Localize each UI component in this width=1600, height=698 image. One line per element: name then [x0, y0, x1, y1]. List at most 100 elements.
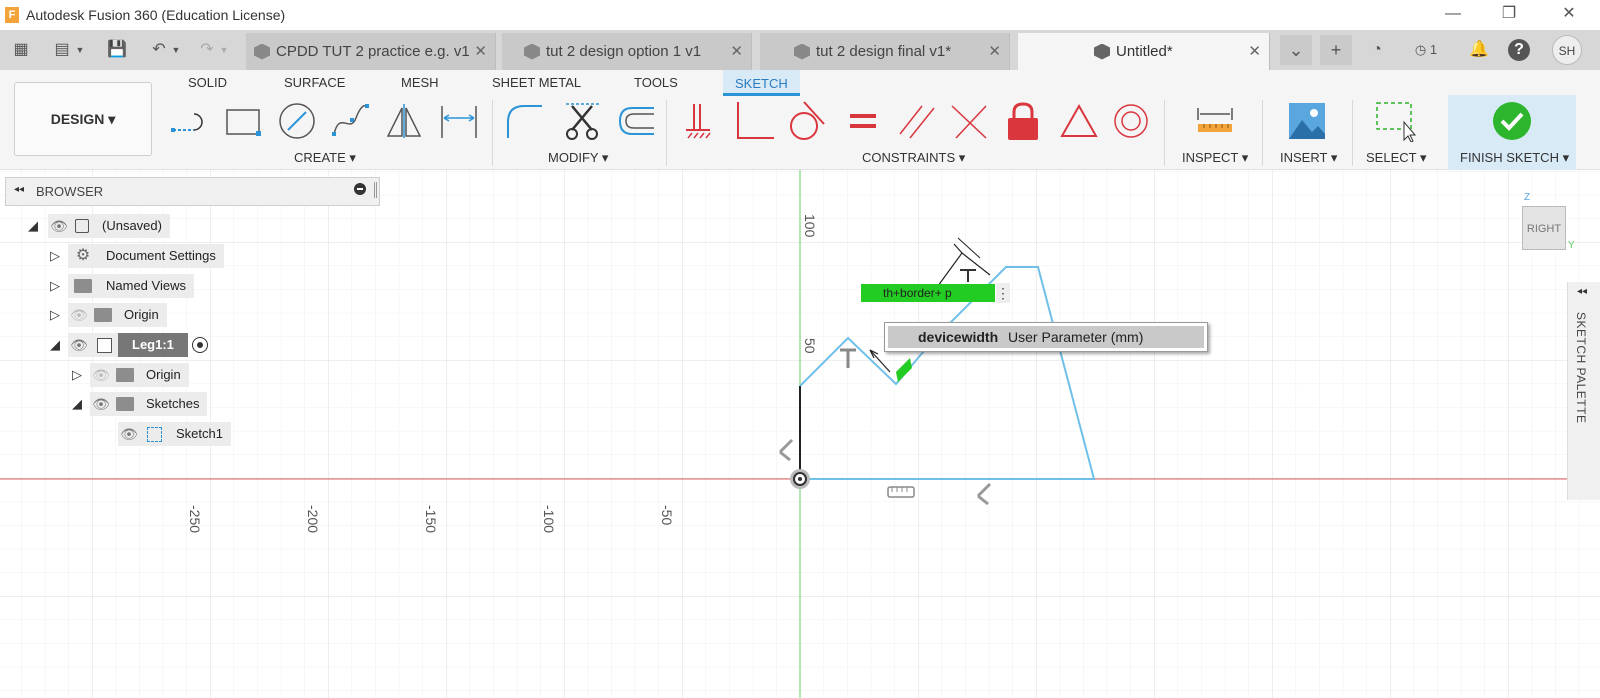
hidden-eye-icon[interactable]: 👁: [68, 303, 90, 327]
dimension-value-input[interactable]: th+border+ p: [861, 284, 995, 302]
restore-button[interactable]: ❐: [1486, 0, 1532, 30]
dimension-options-icon[interactable]: ⋮: [996, 283, 1010, 303]
expand-triangle-icon[interactable]: ▷: [70, 367, 84, 383]
undo-dropdown-icon[interactable]: ▼: [170, 39, 182, 61]
doc-tab-active[interactable]: Untitled* ✕: [1018, 33, 1270, 70]
insert-menu[interactable]: INSERT ▾: [1280, 150, 1337, 166]
notifications-icon[interactable]: 🔔: [1468, 39, 1490, 61]
view-cube[interactable]: RIGHT: [1522, 206, 1566, 250]
trim-tool-icon[interactable]: [562, 100, 604, 142]
close-tab-icon[interactable]: ✕: [1248, 42, 1261, 60]
window-select-icon[interactable]: [1374, 100, 1416, 142]
collapse-browser-icon[interactable]: ◂◂: [14, 184, 24, 195]
expand-palette-icon[interactable]: ◂◂: [1577, 286, 1587, 297]
constraints-menu[interactable]: CONSTRAINTS ▾: [862, 150, 965, 166]
tab-overflow-button[interactable]: ⌄: [1280, 35, 1312, 65]
tree-item-root[interactable]: ◢ 👁 (Unsaved): [26, 214, 170, 238]
redo-icon[interactable]: ↷: [196, 39, 218, 61]
hidden-eye-icon[interactable]: 👁: [90, 363, 112, 387]
expand-triangle-icon[interactable]: ▷: [48, 248, 62, 264]
lock-icon[interactable]: [1002, 100, 1044, 142]
redo-dropdown-icon[interactable]: ▼: [218, 39, 230, 61]
finish-sketch-menu[interactable]: FINISH SKETCH ▾: [1460, 150, 1569, 166]
visibility-eye-icon[interactable]: 👁: [118, 422, 140, 446]
browser-panel-header[interactable]: ◂◂ BROWSER: [5, 177, 380, 206]
x-axis-label: -50: [659, 505, 675, 525]
mirror-tool-icon[interactable]: [384, 100, 426, 142]
browser-pin-icon[interactable]: [374, 182, 377, 198]
spline-tool-icon[interactable]: [330, 100, 372, 142]
sketch-dimension-icon[interactable]: [438, 100, 480, 142]
tree-item-sketch1[interactable]: 👁 Sketch1: [118, 422, 231, 446]
tree-item-named-views[interactable]: ▷ Named Views: [48, 274, 194, 298]
finish-sketch-check-icon[interactable]: [1491, 100, 1533, 142]
tree-item-origin[interactable]: ▷ 👁 Origin: [48, 303, 167, 327]
insert-image-icon[interactable]: [1286, 100, 1328, 142]
doc-tab[interactable]: CPDD TUT 2 practice e.g. v1 ✕: [246, 33, 496, 70]
collapse-triangle-icon[interactable]: ◢: [70, 396, 84, 412]
suggestion-item[interactable]: devicewidth User Parameter (mm): [888, 326, 1204, 348]
equal-constraint-icon[interactable]: [842, 100, 884, 142]
parallel-constraint-icon[interactable]: [896, 100, 938, 142]
fusion-logo-icon: F: [5, 7, 19, 23]
design-workspace-button[interactable]: DESIGN ▾: [14, 82, 152, 156]
separator: [1262, 100, 1263, 166]
doc-tab[interactable]: tut 2 design final v1* ✕: [760, 33, 1010, 70]
new-tab-button[interactable]: +: [1320, 35, 1352, 65]
fix-constraint-icon[interactable]: [680, 100, 722, 142]
tab-tools[interactable]: TOOLS: [634, 75, 678, 90]
sketch-palette-tab[interactable]: ◂◂ SKETCH PALETTE: [1567, 282, 1600, 500]
help-icon[interactable]: ?: [1508, 39, 1530, 61]
close-window-button[interactable]: ✕: [1546, 0, 1592, 30]
tab-sketch[interactable]: SKETCH: [723, 70, 800, 96]
parameter-suggestion-dropdown: devicewidth User Parameter (mm): [884, 322, 1208, 352]
file-menu-icon[interactable]: ▤: [52, 39, 72, 61]
gear-icon: ⚙: [68, 244, 98, 268]
tree-item-document-settings[interactable]: ▷ ⚙ Document Settings: [48, 244, 224, 268]
modify-menu[interactable]: MODIFY ▾: [548, 150, 608, 166]
visibility-eye-icon[interactable]: 👁: [68, 333, 90, 357]
tab-solid[interactable]: SOLID: [188, 75, 227, 90]
minimize-button[interactable]: —: [1430, 0, 1476, 30]
inspect-menu[interactable]: INSPECT ▾: [1182, 150, 1248, 166]
offset-tool-icon[interactable]: [614, 100, 656, 142]
create-menu[interactable]: CREATE ▾: [294, 150, 356, 166]
file-dropdown-icon[interactable]: ▼: [74, 39, 86, 61]
close-tab-icon[interactable]: ✕: [730, 42, 743, 60]
concentric-constraint-icon[interactable]: [1110, 100, 1152, 142]
user-avatar[interactable]: SH: [1552, 35, 1582, 65]
extensions-icon[interactable]: ◔: [1366, 39, 1388, 61]
doc-tab[interactable]: tut 2 design option 1 v1 ✕: [502, 33, 752, 70]
rectangle-tool-icon[interactable]: [223, 100, 265, 142]
app-grid-icon[interactable]: ▦: [10, 39, 32, 61]
save-icon[interactable]: 💾: [106, 39, 128, 61]
visibility-eye-icon[interactable]: 👁: [48, 214, 70, 238]
visibility-eye-icon[interactable]: 👁: [90, 392, 112, 416]
collapse-triangle-icon[interactable]: ◢: [26, 218, 40, 234]
activate-radio-icon[interactable]: [191, 337, 208, 353]
triangle-constraint-icon[interactable]: [1058, 100, 1100, 142]
measure-tool-icon[interactable]: [1194, 100, 1236, 142]
collapse-triangle-icon[interactable]: ◢: [48, 337, 62, 353]
job-status-button[interactable]: ◷ 1: [1406, 39, 1446, 61]
tab-sheet-metal[interactable]: SHEET METAL: [492, 75, 581, 90]
tree-item-leg[interactable]: ◢ 👁 Leg1:1: [48, 333, 208, 357]
separator: [492, 100, 493, 166]
select-menu[interactable]: SELECT ▾: [1366, 150, 1426, 166]
tab-mesh[interactable]: MESH: [401, 75, 439, 90]
undo-icon[interactable]: ↶: [148, 39, 170, 61]
tangent-constraint-icon[interactable]: [786, 100, 828, 142]
perpendicular-constraint-icon[interactable]: [734, 100, 776, 142]
tree-item-sketches[interactable]: ◢ 👁 Sketches: [70, 392, 208, 416]
tree-item-origin[interactable]: ▷ 👁 Origin: [70, 363, 189, 387]
line-tool-icon[interactable]: [170, 100, 212, 142]
close-tab-icon[interactable]: ✕: [474, 42, 487, 60]
perpendicular-lines-icon[interactable]: [948, 100, 990, 142]
expand-triangle-icon[interactable]: ▷: [48, 278, 62, 294]
design-canvas[interactable]: -250 -200 -150 -100 -50 100 50: [0, 170, 1600, 698]
expand-triangle-icon[interactable]: ▷: [48, 307, 62, 323]
fillet-tool-icon[interactable]: [504, 100, 546, 142]
circle-tool-icon[interactable]: [276, 100, 318, 142]
tab-surface[interactable]: SURFACE: [284, 75, 345, 90]
close-tab-icon[interactable]: ✕: [988, 42, 1001, 60]
